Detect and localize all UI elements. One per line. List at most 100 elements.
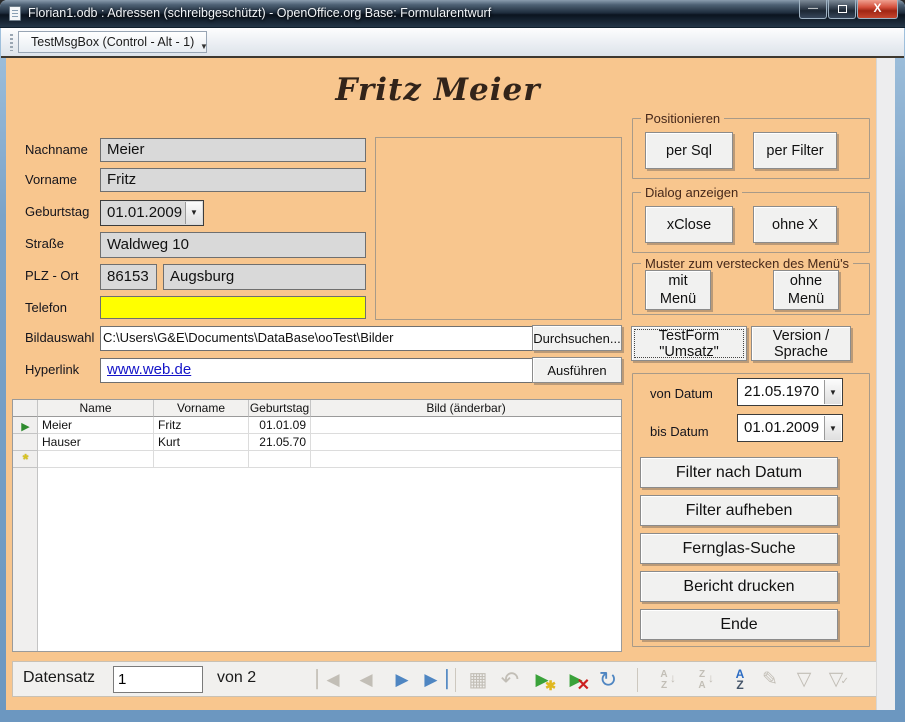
column-header-name[interactable]: Name <box>38 400 154 417</box>
hyperlink-field[interactable]: www.web.de <box>107 361 191 378</box>
star-icon: ✱ <box>545 679 556 692</box>
version-sprache-button[interactable]: Version / Sprache <box>751 326 851 361</box>
table-cell[interactable]: Fritz <box>154 417 249 434</box>
form-canvas: Fritz Meier Nachname Vorname Geburtstag … <box>6 58 876 710</box>
table-cell[interactable]: 21.05.70 <box>249 434 311 451</box>
delete-record-icon[interactable]: ▶✕ <box>561 666 591 694</box>
table-cell[interactable] <box>311 451 621 468</box>
row-selector[interactable] <box>13 468 38 485</box>
close-button[interactable]: X <box>857 0 898 19</box>
form-based-filter-icon[interactable]: ✎ <box>755 666 785 694</box>
geburtstag-combobox[interactable]: 01.01.2009 ▼ <box>100 200 204 226</box>
testmsgbox-button[interactable]: TestMsgBox (Control - Alt - 1) <box>18 31 207 53</box>
bis-datum-combobox[interactable]: 01.01.2009 ▼ <box>737 414 843 442</box>
filter-nach-datum-button[interactable]: Filter nach Datum <box>640 457 838 488</box>
vorname-field[interactable]: Fritz <box>100 168 366 192</box>
table-cell[interactable] <box>38 451 154 468</box>
von-datum-value: 21.05.1970 <box>744 379 819 405</box>
label-bis-datum: bis Datum <box>650 418 709 446</box>
remove-filter-icon[interactable]: ▽✓ <box>821 666 851 694</box>
sort-icon[interactable]: AZ <box>725 666 755 694</box>
bericht-drucken-button[interactable]: Bericht drucken <box>640 571 838 602</box>
label-bildauswahl: Bildauswahl <box>25 326 94 350</box>
new-record-row-indicator[interactable]: * <box>13 451 38 468</box>
datensatz-label: Datensatz <box>23 669 95 687</box>
nachname-field[interactable]: Meier <box>100 138 366 162</box>
maximize-icon <box>838 5 847 13</box>
chevron-down-icon[interactable]: ▼ <box>824 380 841 404</box>
table-cell[interactable]: Kurt <box>154 434 249 451</box>
telefon-field[interactable] <box>100 296 366 319</box>
document-icon <box>9 6 21 21</box>
mit-menu-button[interactable]: mit Menü <box>645 270 711 310</box>
window-title: Florian1.odb : Adressen (schreibgeschütz… <box>28 6 491 20</box>
label-hyperlink: Hyperlink <box>25 358 79 382</box>
record-count-label: von 2 <box>217 669 256 687</box>
filter-aufheben-button[interactable]: Filter aufheben <box>640 495 838 526</box>
minimize-button[interactable]: — <box>799 0 827 19</box>
new-record-icon[interactable]: ▶✱ <box>527 666 557 694</box>
scrollbar-track[interactable] <box>876 58 895 710</box>
table-cell[interactable] <box>249 451 311 468</box>
per-sql-button[interactable]: per Sql <box>645 132 733 169</box>
current-row-indicator[interactable]: ▶ <box>13 417 38 434</box>
table-cell[interactable]: Meier <box>38 417 154 434</box>
record-navigator-bar: Datensatz von 2 ◀ ◀ ▶ ▶ ▦ ↶ ▶✱ ▶✕ ↻ A Z↓… <box>12 661 876 697</box>
toolbar-dropdown-icon[interactable]: ▼ <box>197 40 211 54</box>
label-strasse: Straße <box>25 232 64 256</box>
fernglas-suche-button[interactable]: Fernglas-Suche <box>640 533 838 564</box>
chevron-down-icon[interactable]: ▼ <box>824 416 841 440</box>
next-record-icon[interactable]: ▶ <box>387 666 417 694</box>
image-frame <box>375 137 622 320</box>
table-cell[interactable]: 01.01.09 <box>249 417 311 434</box>
application-window: Florian1.odb : Adressen (schreibgeschütz… <box>0 0 905 722</box>
new-record-star-icon: * <box>23 451 29 468</box>
table-cell[interactable] <box>311 417 621 434</box>
maximize-button[interactable] <box>828 0 856 19</box>
bis-datum-value: 01.01.2009 <box>744 415 819 441</box>
bildauswahl-field[interactable]: C:\Users\G&E\Documents\DataBase\ooTest\B… <box>100 326 534 351</box>
records-table: Name Vorname Geburtstag Bild (änderbar) … <box>12 399 622 652</box>
apply-filter-icon[interactable]: ▽ <box>789 666 819 694</box>
first-record-icon[interactable]: ◀ <box>313 666 343 694</box>
form-title: Fritz Meier <box>6 72 870 108</box>
chevron-down-icon[interactable]: ▼ <box>185 202 202 224</box>
column-header-geburtstag[interactable]: Geburtstag <box>249 400 311 417</box>
refresh-icon[interactable]: ↻ <box>593 666 623 694</box>
ohne-menu-button[interactable]: ohne Menü <box>773 270 839 310</box>
ausfuehren-button[interactable]: Ausführen <box>532 357 622 383</box>
ort-field[interactable]: Augsburg <box>163 264 366 290</box>
table-cell[interactable]: Hauser <box>38 434 154 451</box>
xclose-button[interactable]: xClose <box>645 206 733 243</box>
form-toolbar: TestMsgBox (Control - Alt - 1) ▼ <box>1 28 904 58</box>
current-record-arrow-icon: ▶ <box>21 421 29 433</box>
group-dialog-anzeigen-legend: Dialog anzeigen <box>641 185 742 200</box>
column-header-bild[interactable]: Bild (änderbar) <box>311 400 621 417</box>
plz-field[interactable]: 86153 <box>100 264 157 290</box>
label-von-datum: von Datum <box>650 380 713 408</box>
undo-icon[interactable]: ↶ <box>495 666 525 694</box>
strasse-field[interactable]: Waldweg 10 <box>100 232 366 258</box>
ohne-x-button[interactable]: ohne X <box>753 206 837 243</box>
von-datum-combobox[interactable]: 21.05.1970 ▼ <box>737 378 843 406</box>
toolbar-drag-handle[interactable] <box>10 34 13 51</box>
last-record-icon[interactable]: ▶ <box>421 666 451 694</box>
ende-button[interactable]: Ende <box>640 609 838 640</box>
sort-descending-icon[interactable]: Z A↓ <box>687 666 717 694</box>
testform-umsatz-button[interactable]: TestForm "Umsatz" <box>631 326 747 361</box>
row-selector[interactable] <box>13 434 38 451</box>
sort-ascending-icon[interactable]: A Z↓ <box>649 666 679 694</box>
separator <box>455 668 456 692</box>
table-cell[interactable] <box>311 434 621 451</box>
record-number-input[interactable] <box>113 666 203 693</box>
previous-record-icon[interactable]: ◀ <box>351 666 381 694</box>
column-header-vorname[interactable]: Vorname <box>154 400 249 417</box>
save-record-icon[interactable]: ▦ <box>463 666 493 694</box>
label-geburtstag: Geburtstag <box>25 200 89 224</box>
per-filter-button[interactable]: per Filter <box>753 132 837 169</box>
durchsuchen-button[interactable]: Durchsuchen... <box>532 325 622 351</box>
label-vorname: Vorname <box>25 168 77 192</box>
label-telefon: Telefon <box>25 296 67 320</box>
group-positionieren-legend: Positionieren <box>641 111 724 126</box>
table-cell[interactable] <box>154 451 249 468</box>
